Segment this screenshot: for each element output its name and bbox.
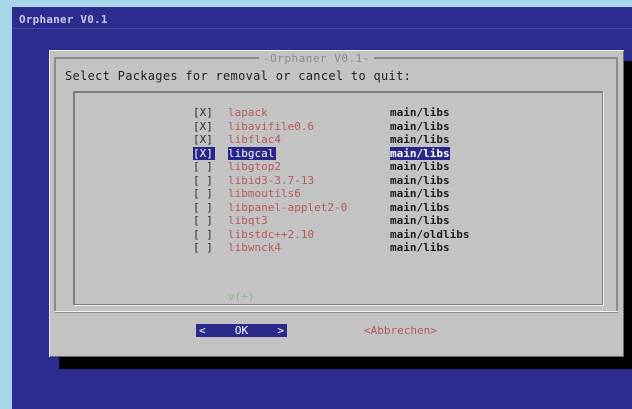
package-checkbox[interactable]: [ ] xyxy=(193,241,215,254)
package-row[interactable]: [ ] libgtop2 main/libs xyxy=(74,160,602,173)
app-title: Orphaner V0.1 xyxy=(19,13,108,26)
ok-button-label: OK xyxy=(234,324,249,337)
package-name: lapack xyxy=(228,106,268,119)
button-separator-shadow xyxy=(55,312,618,313)
package-checkbox[interactable]: [ ] xyxy=(193,174,215,187)
package-section: main/libs xyxy=(390,133,450,146)
package-section: main/libs xyxy=(390,146,450,160)
package-name: libavifile0.6 xyxy=(228,119,315,133)
package-dialog: -Orphaner V0.1- Select Packages for remo… xyxy=(49,50,624,357)
package-section: main/libs xyxy=(390,187,450,200)
package-row[interactable]: [ ] libqt3 main/libs xyxy=(74,214,602,227)
dialog-title: -Orphaner V0.1- xyxy=(259,52,374,65)
ok-button-left-bracket: < xyxy=(199,324,206,337)
package-row[interactable]: [ ] libid3-3.7-13 main/libs xyxy=(74,174,602,187)
package-row[interactable]: [ ] libwnck4 main/libs xyxy=(74,241,602,254)
package-row[interactable]: [ ] libpanel-applet2-0 main/libs xyxy=(74,201,602,214)
package-checkbox[interactable]: [X] xyxy=(193,146,215,160)
package-row[interactable]: [X] libgcal main/libs xyxy=(74,146,602,160)
scroll-more-indicator: v(+) xyxy=(228,290,255,303)
package-name: libgcal xyxy=(228,146,277,160)
package-section: main/libs xyxy=(390,214,450,227)
dialog-frame-left xyxy=(54,57,56,311)
package-checkbox[interactable]: [X] xyxy=(193,106,215,119)
package-section: main/libs xyxy=(390,160,450,173)
package-checkbox[interactable]: [ ] xyxy=(193,201,215,214)
package-name: libmoutils6 xyxy=(228,187,301,200)
package-checkbox[interactable]: [ ] xyxy=(193,214,215,227)
package-name: libstdc++2.10 xyxy=(228,227,315,241)
package-section: main/libs xyxy=(390,119,450,133)
dialog-prompt: Select Packages for removal or cancel to… xyxy=(65,69,412,83)
package-name: libpanel-applet2-0 xyxy=(228,200,348,214)
terminal-screen: Orphaner V0.1 -Orphaner V0.1- Select Pac… xyxy=(12,7,632,409)
package-section: main/libs xyxy=(390,241,450,254)
package-name: libgtop2 xyxy=(228,160,281,173)
package-checkbox[interactable]: [ ] xyxy=(193,187,215,200)
package-section: main/libs xyxy=(390,106,450,119)
package-name: libid3-3.7-13 xyxy=(228,173,315,187)
package-row[interactable]: [X] libavifile0.6 main/libs xyxy=(74,120,602,133)
package-checkbox[interactable]: [ ] xyxy=(193,160,215,173)
cancel-button[interactable]: <Abbrechen> xyxy=(364,324,437,337)
package-checkbox[interactable]: [ ] xyxy=(193,228,215,241)
package-section: main/oldlibs xyxy=(390,227,470,241)
title-rule xyxy=(12,28,632,29)
package-section: main/libs xyxy=(390,173,450,187)
package-section: main/libs xyxy=(390,200,450,214)
package-row[interactable]: [ ] libmoutils6 main/libs xyxy=(74,187,602,200)
package-checkbox[interactable]: [X] xyxy=(193,133,215,146)
package-checklist[interactable]: v(+) [X] lapack main/libs [X] libavifile0.6 m… xyxy=(73,91,603,305)
package-row[interactable]: [X] libflac4 main/libs xyxy=(74,133,602,146)
package-row[interactable]: [ ] libstdc++2.10 main/oldlibs xyxy=(74,228,602,241)
ok-button-right-bracket: > xyxy=(277,324,284,337)
package-name: libqt3 xyxy=(228,214,268,227)
package-name: libwnck4 xyxy=(228,241,281,254)
package-name: libflac4 xyxy=(228,133,281,146)
package-row[interactable]: [X] lapack main/libs xyxy=(74,106,602,119)
package-checkbox[interactable]: [X] xyxy=(193,120,215,133)
dialog-frame-right xyxy=(616,57,618,311)
ok-button[interactable]: < OK > xyxy=(196,324,287,337)
